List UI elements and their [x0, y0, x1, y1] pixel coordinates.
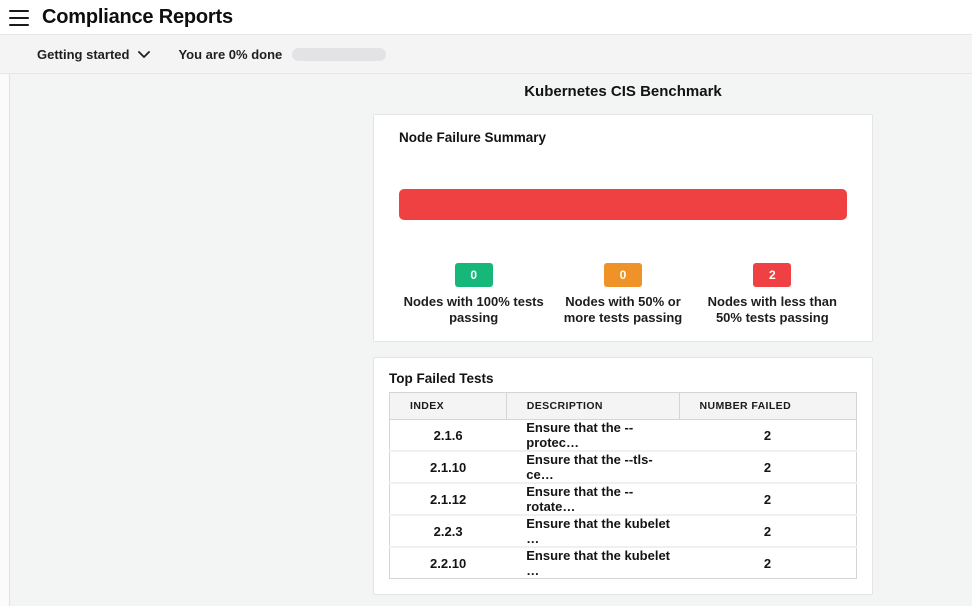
cell-number-failed: 2	[679, 451, 856, 483]
top-failed-tests-title: Top Failed Tests	[389, 370, 857, 387]
cell-description: Ensure that the --tls-ce…	[506, 451, 679, 483]
cell-index: 2.1.6	[390, 420, 507, 452]
column-header-index: INDEX	[390, 393, 507, 420]
table-row: 2.2.3 Ensure that the kubelet … 2	[390, 515, 857, 547]
cell-number-failed: 2	[679, 420, 856, 452]
stat-badge-green: 0	[455, 263, 493, 287]
table-row: 2.1.10 Ensure that the --tls-ce… 2	[390, 451, 857, 483]
getting-started-bar: Getting started You are 0% done	[0, 34, 972, 74]
cell-description: Ensure that the kubelet …	[506, 547, 679, 579]
getting-started-dropdown[interactable]: Getting started	[37, 47, 150, 62]
cell-description: Ensure that the kubelet …	[506, 515, 679, 547]
stat-nodes-100-passing: 0 Nodes with 100% tests passing	[399, 263, 548, 326]
progress-text: You are 0% done	[178, 47, 282, 62]
page-title: Compliance Reports	[42, 6, 233, 29]
stat-badge-red: 2	[753, 263, 791, 287]
cell-description: Ensure that the --protec…	[506, 420, 679, 452]
report-title: Kubernetes CIS Benchmark	[373, 83, 873, 100]
node-failure-summary-title: Node Failure Summary	[399, 128, 847, 148]
stat-label: Nodes with less than 50% tests passing	[708, 294, 837, 326]
stat-label: Nodes with 100% tests passing	[404, 294, 544, 326]
chevron-down-icon	[138, 51, 150, 58]
table-row: 2.1.12 Ensure that the --rotate… 2	[390, 483, 857, 515]
cell-index: 2.1.12	[390, 483, 507, 515]
cell-index: 2.2.3	[390, 515, 507, 547]
cell-description: Ensure that the --rotate…	[506, 483, 679, 515]
table-header: INDEX DESCRIPTION NUMBER FAILED	[390, 393, 857, 420]
top-failed-tests-table: INDEX DESCRIPTION NUMBER FAILED 2.1.6 En…	[389, 392, 857, 579]
node-stats-row: 0 Nodes with 100% tests passing 0 Nodes …	[399, 263, 847, 326]
cell-index: 2.1.10	[390, 451, 507, 483]
top-bar: Compliance Reports	[0, 0, 972, 34]
main-content: Kubernetes CIS Benchmark Node Failure Su…	[0, 74, 972, 606]
collapsed-sidebar-rail	[0, 74, 10, 606]
table-row: 2.1.6 Ensure that the --protec… 2	[390, 420, 857, 452]
stat-nodes-less-50-passing: 2 Nodes with less than 50% tests passing	[698, 263, 847, 326]
table-row: 2.2.10 Ensure that the kubelet … 2	[390, 547, 857, 579]
hamburger-menu-icon[interactable]	[9, 10, 29, 26]
progress-bar	[292, 48, 386, 61]
column-header-number-failed: NUMBER FAILED	[679, 393, 856, 420]
cell-index: 2.2.10	[390, 547, 507, 579]
cell-number-failed: 2	[679, 547, 856, 579]
node-failure-summary-card: Node Failure Summary 0 Nodes with 100% t…	[373, 114, 873, 342]
cell-number-failed: 2	[679, 483, 856, 515]
node-failure-bar	[399, 189, 847, 220]
column-header-description: DESCRIPTION	[506, 393, 679, 420]
report-column: Kubernetes CIS Benchmark Node Failure Su…	[373, 74, 873, 595]
stat-badge-orange: 0	[604, 263, 642, 287]
stat-nodes-50-or-more-passing: 0 Nodes with 50% or more tests passing	[548, 263, 697, 326]
top-failed-tests-card: Top Failed Tests INDEX DESCRIPTION NUMBE…	[373, 357, 873, 595]
cell-number-failed: 2	[679, 515, 856, 547]
getting-started-label: Getting started	[37, 47, 129, 62]
stat-label: Nodes with 50% or more tests passing	[564, 294, 683, 326]
